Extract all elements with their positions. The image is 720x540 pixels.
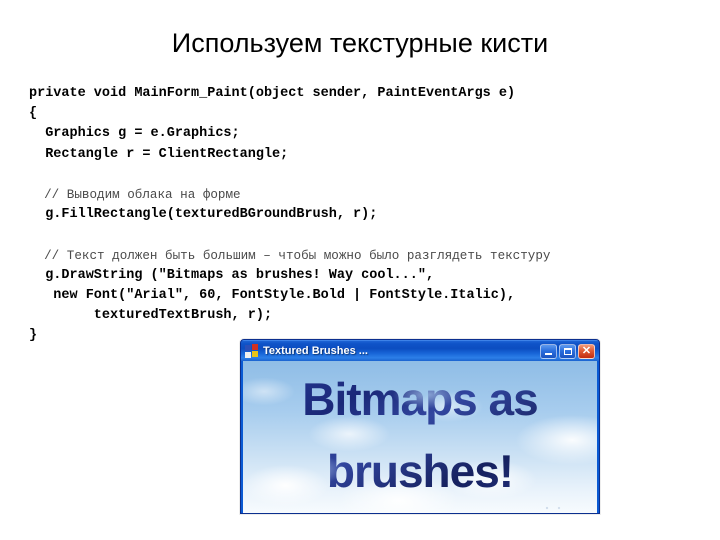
code-listing: private void MainForm_Paint(object sende…: [29, 84, 699, 347]
window-controls: ✕: [540, 343, 597, 359]
maximize-icon: [563, 347, 572, 355]
close-button[interactable]: ✕: [578, 343, 595, 359]
app-window[interactable]: Textured Brushes ... ✕ Bitmaps as brushe…: [240, 339, 600, 514]
window-title-text: Textured Brushes ...: [263, 344, 368, 357]
code-line: new Font("Arial", 60, FontStyle.Bold | F…: [29, 288, 516, 303]
code-line: {: [29, 106, 38, 122]
code-line: Rectangle r = ClientRectangle;: [29, 146, 289, 162]
minimize-icon: [545, 353, 552, 355]
maximize-button[interactable]: [559, 343, 576, 359]
minimize-button[interactable]: [540, 343, 557, 359]
code-line: // Текст должен быть большим – чтобы мож…: [29, 248, 551, 263]
close-icon: ✕: [581, 344, 592, 357]
page-title: Используем текстурные кисти: [171, 28, 549, 58]
textured-brush-text: Bitmaps as brushes!: [243, 363, 597, 507]
cloud-speckles: [543, 506, 583, 511]
code-line: // Выводим облака на форме: [29, 188, 241, 202]
code-line: Graphics g = e.Graphics;: [29, 126, 240, 142]
code-line: texturedTextBrush, r);: [29, 308, 273, 324]
code-line: private void MainForm_Paint(object sende…: [29, 86, 516, 101]
windows-forms-app-icon: [245, 344, 259, 358]
code-line: g.FillRectangle(texturedBGroundBrush, r)…: [29, 207, 378, 223]
window-client-area: Bitmaps as brushes!: [243, 361, 597, 513]
code-line: g.DrawString ("Bitmaps as brushes! Way c…: [29, 267, 435, 283]
window-titlebar[interactable]: Textured Brushes ... ✕: [241, 340, 599, 361]
